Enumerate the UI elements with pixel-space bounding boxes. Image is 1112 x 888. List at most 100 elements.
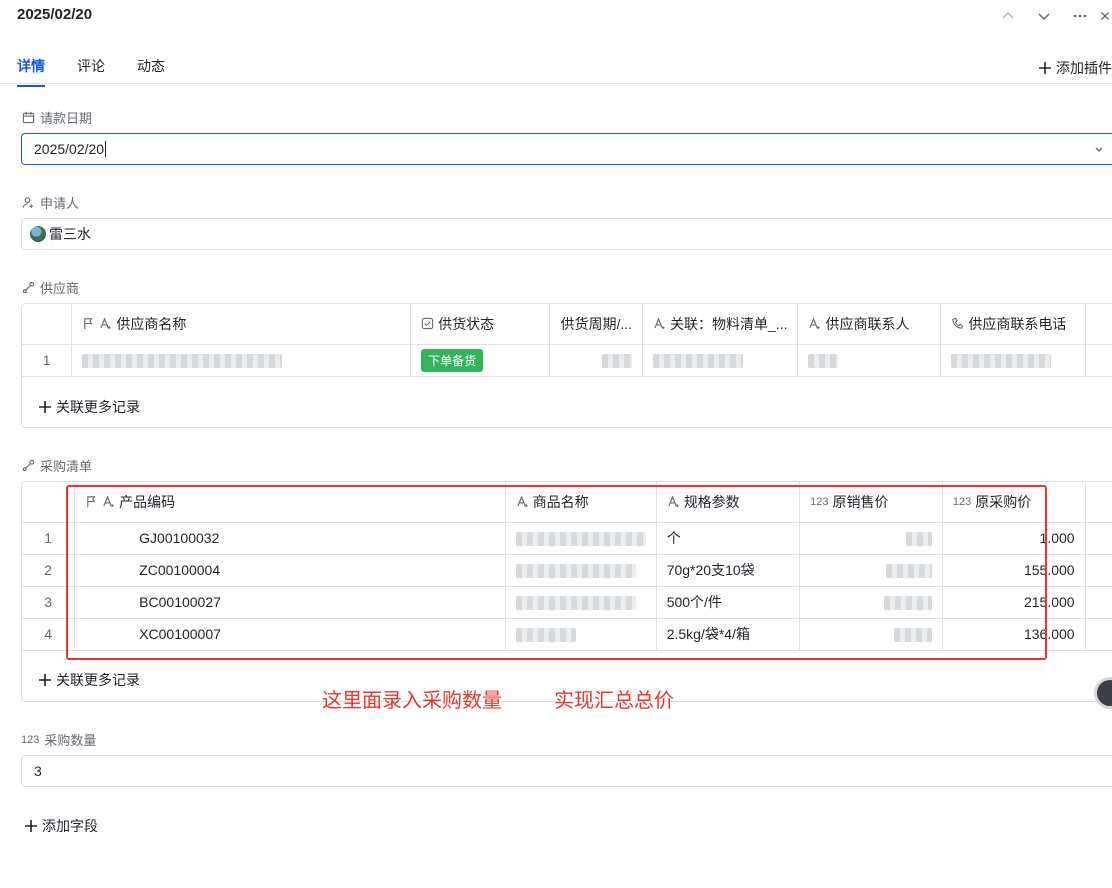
- name-cell[interactable]: [505, 586, 657, 619]
- cell[interactable]: [1085, 618, 1112, 651]
- cell[interactable]: [1085, 344, 1112, 377]
- code-cell[interactable]: GJ00100032: [74, 522, 506, 555]
- purchase-price-cell[interactable]: 215.000: [942, 586, 1086, 619]
- purchase-label-text: 采购清单: [40, 459, 93, 474]
- text-cursor: [105, 141, 107, 157]
- more-icon[interactable]: [1062, 4, 1098, 28]
- header-text: 原销售价: [832, 493, 889, 510]
- supply-status-cell[interactable]: 下单备货: [410, 344, 551, 377]
- phone-cell[interactable]: [940, 344, 1087, 377]
- phone-icon: [952, 317, 964, 329]
- sale-price-cell[interactable]: [799, 554, 943, 587]
- text-field-icon: [668, 495, 679, 508]
- table-row[interactable]: 2 ZC00100004 70g*20支10袋 155.000: [22, 554, 1112, 587]
- code-cell[interactable]: ZC00100004: [74, 554, 506, 587]
- purchase-field-label: 采购清单: [22, 456, 92, 475]
- chevron-up-icon[interactable]: [990, 4, 1026, 28]
- column-header[interactable]: [1085, 304, 1112, 345]
- spec-cell[interactable]: 个: [656, 522, 801, 555]
- spec-cell[interactable]: 2.5kg/袋*4/箱: [656, 618, 801, 651]
- floating-assistant-button[interactable]: [1094, 677, 1112, 709]
- column-header[interactable]: 123 原采购价: [942, 482, 1086, 523]
- add-field-button[interactable]: 添加字段: [24, 816, 98, 836]
- add-more-label: 关联更多记录: [56, 399, 140, 415]
- add-field-label: 添加字段: [42, 818, 98, 834]
- sale-price-cell[interactable]: [799, 586, 943, 619]
- flag-icon: [84, 318, 93, 330]
- close-icon[interactable]: [1098, 4, 1112, 28]
- applicant-field-label: 申请人: [22, 193, 79, 212]
- text-field-icon: [100, 317, 111, 330]
- record-title: 2025/02/20: [17, 6, 93, 23]
- annotation-text-right: 实现汇总总价: [554, 690, 674, 712]
- supplier-add-more-button[interactable]: 关联更多记录: [38, 397, 140, 417]
- code-cell[interactable]: BC00100027: [74, 586, 506, 619]
- row-index: 3: [22, 586, 76, 619]
- column-header[interactable]: 供货状态: [410, 304, 551, 345]
- name-cell[interactable]: [505, 618, 657, 651]
- column-header[interactable]: 商品名称: [505, 482, 657, 523]
- text-field-icon: [517, 495, 528, 508]
- row-index: 1: [22, 344, 73, 377]
- cell[interactable]: [1085, 522, 1112, 555]
- contact-cell[interactable]: [797, 344, 942, 377]
- chevron-down-icon[interactable]: [1093, 143, 1105, 155]
- table-row[interactable]: 4 XC00100007 2.5kg/袋*4/箱 136.000: [22, 618, 1112, 651]
- cell[interactable]: [1085, 586, 1112, 619]
- code-value: GJ00100032: [139, 530, 220, 546]
- column-header[interactable]: 供货周期/...: [549, 304, 644, 345]
- table-row[interactable]: 1 GJ00100032 个 1.000: [22, 522, 1112, 555]
- purchase-price-cell[interactable]: 1.000: [942, 522, 1086, 555]
- header-text: 供应商联系电话: [968, 315, 1067, 332]
- column-header[interactable]: 规格参数: [656, 482, 801, 523]
- chevron-down-icon[interactable]: [1026, 4, 1062, 28]
- qty-input[interactable]: 3: [21, 755, 1112, 787]
- column-header[interactable]: 产品编码: [74, 482, 506, 523]
- index-header: [22, 304, 73, 345]
- flag-icon: [87, 496, 96, 508]
- column-header[interactable]: 供应商名称: [71, 304, 412, 345]
- code-value: XC00100007: [139, 626, 221, 642]
- purchase-add-more-button[interactable]: 关联更多记录: [38, 670, 140, 690]
- text-field-icon: [103, 495, 114, 508]
- column-header[interactable]: 关联：物料清单_...: [642, 304, 799, 345]
- table-row[interactable]: 3 BC00100027 500个/件 215.000: [22, 586, 1112, 619]
- code-value: ZC00100004: [139, 562, 221, 578]
- qty-field-label: 123 采购数量: [21, 730, 96, 749]
- header-text: 关联：物料清单_...: [670, 315, 788, 332]
- header-text: 商品名称: [532, 493, 589, 510]
- date-input[interactable]: 2025/02/20: [21, 133, 1112, 165]
- code-cell[interactable]: XC00100007: [74, 618, 506, 651]
- name-cell[interactable]: [505, 554, 657, 587]
- cycle-cell[interactable]: [549, 344, 644, 377]
- supplier-name-cell[interactable]: [71, 344, 412, 377]
- cell[interactable]: [1085, 554, 1112, 587]
- supplier-field-label: 供应商: [22, 278, 79, 297]
- spec-cell[interactable]: 70g*20支10袋: [656, 554, 801, 587]
- calendar-icon: [22, 111, 35, 124]
- link-icon: [22, 281, 35, 294]
- column-header[interactable]: 供应商联系人: [797, 304, 942, 345]
- tab-comments[interactable]: 评论: [77, 56, 105, 84]
- column-header[interactable]: 123 原销售价: [799, 482, 943, 523]
- text-field-icon: [809, 317, 821, 330]
- column-header[interactable]: [1085, 482, 1112, 523]
- link-cell[interactable]: [642, 344, 799, 377]
- table-row[interactable]: 1 下单备货: [22, 344, 1112, 377]
- sale-price-cell[interactable]: [799, 522, 943, 555]
- tab-details[interactable]: 详情: [17, 56, 45, 87]
- table-header-row: 产品编码 商品名称 规格参数 123 原销售价 123 原采购价: [22, 482, 1112, 523]
- purchase-price-cell[interactable]: 136.000: [942, 618, 1086, 651]
- sale-price-cell[interactable]: [799, 618, 943, 651]
- applicant-input[interactable]: 雷三水: [21, 218, 1112, 250]
- add-plugin-button[interactable]: 添加插件: [1038, 58, 1112, 78]
- column-header[interactable]: 供应商联系电话: [940, 304, 1087, 345]
- purchase-price-cell[interactable]: 155.000: [942, 554, 1086, 587]
- qty-value: 3: [34, 763, 42, 779]
- header-actions: [990, 4, 1112, 28]
- tab-activity[interactable]: 动态: [137, 56, 165, 84]
- header-text: 供货周期/...: [560, 315, 633, 332]
- plus-icon: [39, 401, 51, 413]
- name-cell[interactable]: [505, 522, 657, 555]
- spec-cell[interactable]: 500个/件: [656, 586, 801, 619]
